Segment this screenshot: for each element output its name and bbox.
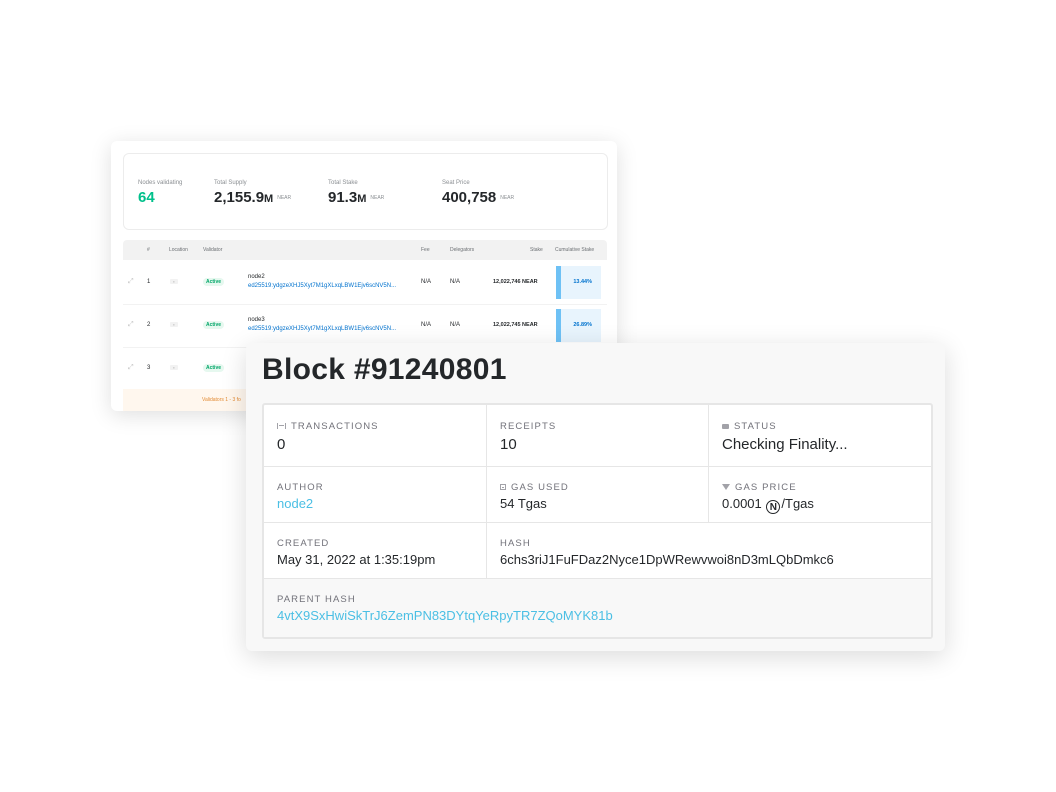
column-header-location: Location — [169, 247, 188, 253]
parent-hash-cell: PARENT HASH 4vtX9SxHwiSkTrJ6ZemPN83DYtqY… — [264, 579, 931, 637]
validators-table-header: # Location Validator Fee Delegators Stak… — [123, 240, 607, 260]
gas-price-value: 0.0001 N/Tgas — [722, 496, 814, 514]
block-details-card: Block #91240801 TRANSACTIONS 0 RECEIPTS … — [246, 343, 945, 651]
filter-icon — [722, 484, 730, 490]
hash-value: 6chs3riJ1FuFDaz2Nyce1DpWRewvwoi8nD3mLQbD… — [500, 552, 834, 567]
stat-value: 64 — [138, 189, 155, 206]
status-label: STATUS — [722, 421, 777, 432]
validator-name[interactable]: node2 — [248, 274, 265, 280]
status-label-text: STATUS — [734, 421, 777, 432]
created-value: May 31, 2022 at 1:35:19pm — [277, 552, 436, 567]
gas-price-label: GAS PRICE — [722, 482, 797, 493]
validator-delegators: N/A — [450, 279, 461, 285]
transactions-value: 0 — [277, 436, 286, 453]
stat-suffix: M — [264, 193, 274, 205]
stat-seat-price: Seat Price 400,758 NEAR — [442, 180, 514, 207]
stat-label: Total Stake — [328, 180, 358, 186]
pagination-text: Validators 1 - 3 fo — [202, 397, 241, 403]
validator-key-link[interactable]: ed25519:ydgzeXHJ5Xyt7M1gXLxqLBW1Ejv6scNV… — [248, 283, 396, 289]
cumulative-stake-value: 13.44% — [573, 279, 592, 285]
gas-used-cell: GAS USED 54 Tgas — [487, 467, 709, 523]
author-cell: AUTHOR node2 — [264, 467, 487, 523]
stat-label: Seat Price — [442, 180, 470, 186]
transactions-label-text: TRANSACTIONS — [291, 421, 379, 432]
stat-value: 91.3 — [328, 189, 358, 206]
cumulative-stake-bar — [556, 309, 561, 342]
column-header-cumulative-stake: Cumulative Stake — [555, 247, 595, 253]
status-icon — [722, 424, 729, 429]
author-label: AUTHOR — [277, 482, 324, 493]
cumulative-stake-cell: 13.44% — [556, 266, 601, 299]
validator-delegators: N/A — [450, 322, 461, 328]
cumulative-stake-value: 26.89% — [573, 322, 592, 328]
validator-name[interactable]: node3 — [248, 317, 265, 323]
gas-price-cell: GAS PRICE 0.0001 N/Tgas — [709, 467, 931, 523]
column-header-delegators: Delegators — [450, 247, 475, 253]
cumulative-stake-bar — [556, 266, 561, 299]
validator-row[interactable]: ⤢ 1 ▪ Active node2 ed25519:ydgzeXHJ5Xyt7… — [123, 261, 607, 305]
validator-stake: 12,022,746 NEAR — [493, 279, 538, 285]
stat-total-supply: Total Supply 2,155.9M NEAR — [214, 180, 291, 207]
receipts-cell: RECEIPTS 10 — [487, 405, 709, 467]
validator-index: 2 — [147, 322, 151, 328]
validator-key-link[interactable]: ed25519:ydgzeXHJ5Xyt7M1gXLxqLBW1Ejv6scNV… — [248, 326, 396, 332]
parent-hash-label: PARENT HASH — [277, 594, 356, 605]
validator-fee: N/A — [421, 322, 432, 328]
stat-total-stake: Total Stake 91.3M NEAR — [328, 180, 384, 207]
validator-row[interactable]: ⤢ 2 ▪ Active node3 ed25519:ydgzeXHJ5Xyt7… — [123, 304, 607, 348]
validator-index: 3 — [147, 365, 151, 371]
transactions-cell: TRANSACTIONS 0 — [264, 405, 487, 467]
status-badge: Active — [203, 321, 225, 329]
location-flag-icon: ▪ — [170, 279, 178, 284]
stat-value: 400,758 — [442, 189, 497, 206]
expand-icon[interactable]: ⤢ — [128, 321, 134, 329]
author-link[interactable]: node2 — [277, 496, 313, 511]
hash-cell: HASH 6chs3riJ1FuFDaz2Nyce1DpWRewvwoi8nD3… — [487, 523, 931, 579]
expand-icon[interactable]: ⤢ — [128, 364, 134, 372]
cumulative-stake-cell: 26.89% — [556, 309, 601, 342]
network-stats-panel: Nodes validating 64 Total Supply 2,155.9… — [123, 153, 608, 230]
created-cell: CREATED May 31, 2022 at 1:35:19pm — [264, 523, 487, 579]
column-header-fee: Fee — [421, 247, 430, 253]
hash-label: HASH — [500, 538, 531, 549]
parent-hash-link[interactable]: 4vtX9SxHwiSkTrJ6ZemPN83DYtqYeRpyTR7ZQoMY… — [277, 608, 613, 623]
status-badge: Active — [203, 364, 225, 372]
status-value: Checking Finality... — [722, 436, 848, 453]
column-header-index: # — [147, 247, 150, 253]
location-flag-icon: ▪ — [170, 365, 178, 370]
transactions-label: TRANSACTIONS — [277, 421, 379, 432]
column-header-stake: Stake — [530, 247, 543, 253]
gas-price-label-text: GAS PRICE — [735, 482, 797, 493]
status-cell: STATUS Checking Finality... — [709, 405, 931, 467]
gas-price-unit: /Tgas — [781, 496, 814, 511]
stat-nodes-validating: Nodes validating 64 — [138, 180, 182, 207]
validator-index: 1 — [147, 279, 151, 285]
validator-stake: 12,022,745 NEAR — [493, 322, 538, 328]
stat-unit: NEAR — [277, 194, 292, 201]
location-flag-icon: ▪ — [170, 322, 178, 327]
block-details-grid: TRANSACTIONS 0 RECEIPTS 10 STATUS Checki… — [262, 403, 933, 639]
gas-used-label: GAS USED — [500, 482, 569, 493]
stat-value: 2,155.9 — [214, 189, 265, 206]
stat-unit: NEAR — [370, 194, 385, 201]
stat-label: Total Supply — [214, 180, 247, 186]
expand-icon[interactable]: ⤢ — [128, 278, 134, 286]
gas-icon — [500, 484, 506, 490]
stat-suffix: M — [357, 193, 367, 205]
stat-label: Nodes validating — [138, 180, 183, 186]
gas-used-label-text: GAS USED — [511, 482, 569, 493]
page-title: Block #91240801 — [262, 353, 507, 386]
validator-fee: N/A — [421, 279, 432, 285]
receipts-value: 10 — [500, 436, 517, 453]
status-badge: Active — [203, 278, 225, 286]
created-label: CREATED — [277, 538, 330, 549]
stat-unit: NEAR — [500, 194, 515, 201]
transactions-icon — [277, 423, 286, 429]
gas-price-amount: 0.0001 — [722, 496, 762, 511]
receipts-label: RECEIPTS — [500, 421, 557, 432]
near-symbol-icon: N — [766, 500, 781, 514]
gas-used-value: 54 Tgas — [500, 496, 547, 511]
column-header-validator: Validator — [203, 247, 223, 253]
